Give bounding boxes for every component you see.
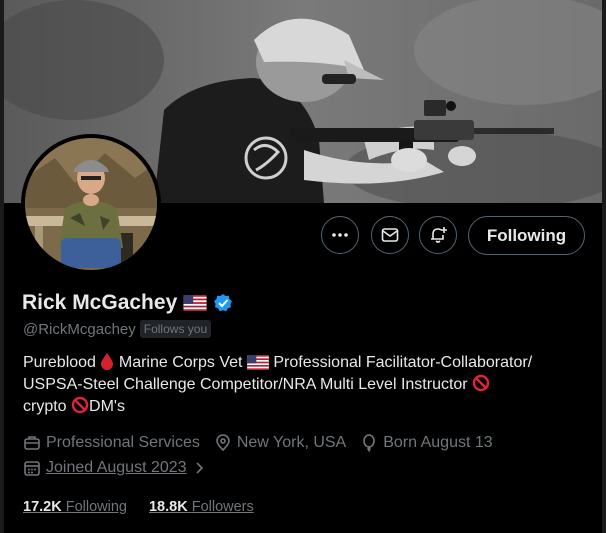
profile-meta: Professional Services New York, USA Born…: [23, 434, 507, 452]
birthday-text: Born August 13: [383, 434, 493, 451]
blood-drop-icon: [101, 353, 114, 370]
briefcase-icon: [24, 436, 40, 450]
followers-count: 18.8K: [148, 499, 188, 515]
follow-stats: 17.2K Following 18.8K Followers: [23, 499, 254, 515]
mail-icon: [381, 228, 399, 242]
prohibited-icon: [71, 396, 89, 414]
joined-text[interactable]: Joined August 2023: [46, 459, 187, 477]
user-handle: @RickMcgachey: [23, 320, 136, 338]
follows-you-badge: Follows you: [139, 320, 212, 338]
bio-text: Marine Corps Vet: [118, 354, 243, 371]
us-flag-icon: [247, 355, 269, 370]
location-pin-icon: [216, 434, 230, 452]
notify-button[interactable]: [419, 216, 457, 254]
more-button[interactable]: [321, 216, 359, 254]
followers-label: Followers: [191, 499, 254, 515]
bio-text: USPSA-Steel Challenge Competitor/NRA Mul…: [23, 376, 468, 393]
following-count: 17.2K: [23, 499, 62, 515]
prohibited-icon: [472, 374, 490, 392]
profile-avatar[interactable]: [21, 134, 161, 274]
meta-birthday: Born August 13: [360, 434, 493, 452]
name-row: Rick McGachey: [22, 291, 233, 315]
bell-plus-icon: [431, 227, 447, 243]
verified-badge-icon[interactable]: [213, 293, 233, 313]
bio-text: Pureblood: [23, 354, 96, 371]
handle-row: @RickMcgachey Follows you: [23, 320, 212, 338]
bio-text: Professional Facilitator-Collaborator/: [273, 354, 533, 371]
bio-text: DM's: [89, 398, 125, 415]
meta-category: Professional Services: [23, 434, 200, 452]
following-button[interactable]: Following: [468, 216, 585, 255]
meta-location: New York, USA: [214, 434, 346, 452]
display-name: Rick McGachey: [22, 291, 178, 314]
us-flag-icon: [183, 295, 207, 311]
following-label: Following: [65, 499, 127, 515]
profile-meta-joined[interactable]: Joined August 2023: [23, 459, 220, 477]
balloon-icon: [363, 434, 376, 452]
window-edge-right: [602, 0, 606, 533]
more-icon: [332, 233, 348, 237]
bio-text: crypto: [23, 398, 67, 415]
following-link[interactable]: 17.2K Following: [23, 499, 127, 515]
avatar-photo: [25, 138, 157, 270]
followers-link[interactable]: 18.8K Followers: [149, 499, 254, 515]
chevron-right-icon: [195, 462, 203, 474]
message-button[interactable]: [371, 216, 409, 254]
profile-bio: Pureblood Marine Corps Vet Professional …: [23, 352, 593, 418]
meta-joined[interactable]: Joined August 2023: [23, 459, 206, 477]
location-text: New York, USA: [236, 434, 347, 451]
category-text: Professional Services: [46, 434, 200, 451]
calendar-icon: [24, 461, 40, 476]
